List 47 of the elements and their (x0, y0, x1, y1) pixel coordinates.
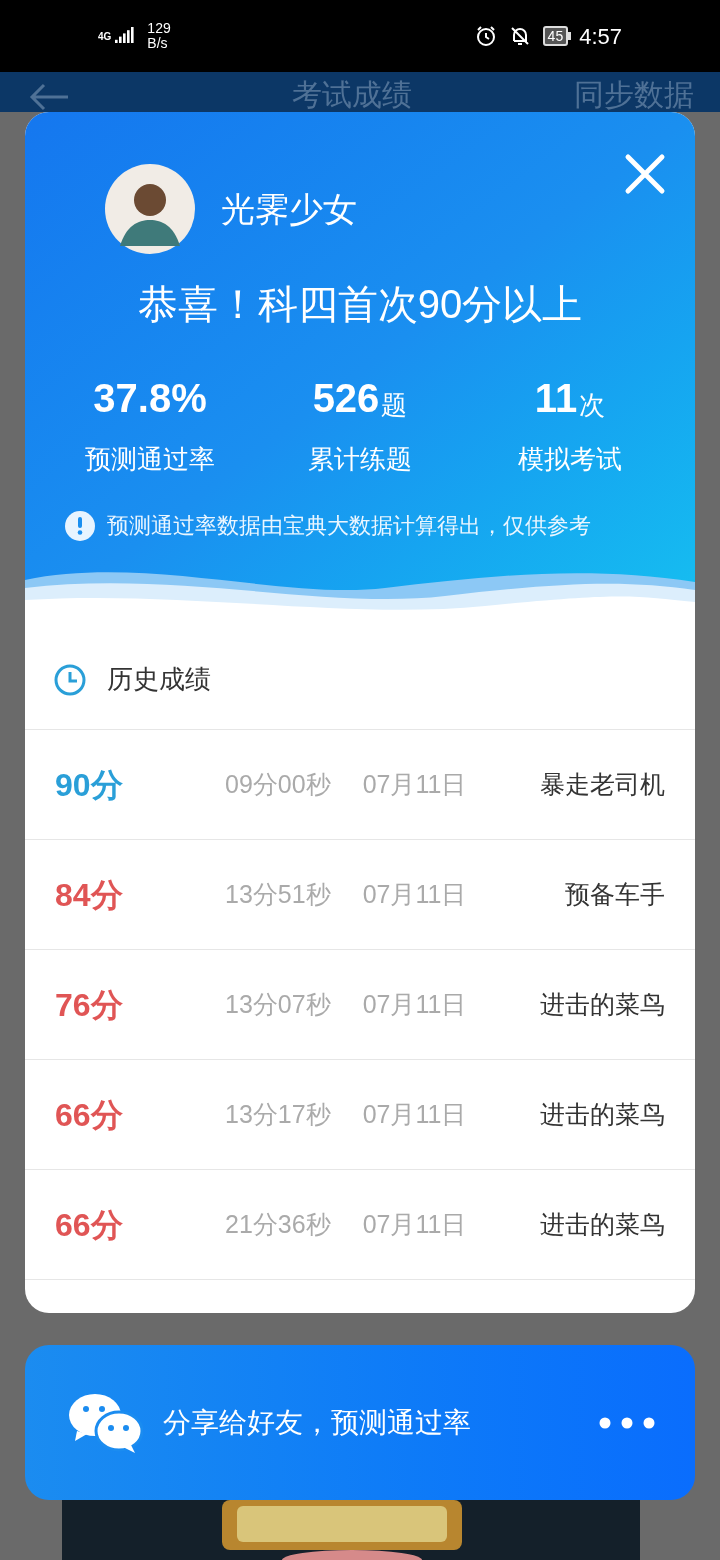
bell-off-icon (508, 25, 531, 47)
battery-icon: 45 (542, 26, 572, 46)
history-title: 历史成绩 (107, 663, 211, 696)
clock-time: 4:57 (579, 22, 622, 51)
duration: 13分17秒 (225, 1098, 331, 1130)
duration: 13分07秒 (225, 988, 331, 1020)
duration: 21分36秒 (225, 1208, 331, 1240)
stat-label: 预测通过率 (85, 443, 215, 476)
close-button[interactable] (623, 152, 667, 196)
clock-icon (53, 662, 87, 697)
info-icon (65, 510, 95, 541)
alarm-icon (474, 25, 497, 47)
stat-value: 11次 (534, 375, 606, 418)
stat-label: 模拟考试 (518, 443, 622, 476)
headline: 恭喜！科四首次90分以上 (136, 281, 584, 328)
rank-title: 暴走老司机 (540, 768, 665, 800)
network-type: 4G (98, 29, 112, 44)
score: 76分 (55, 985, 124, 1025)
exam-date: 07月11日 (362, 768, 467, 800)
notice-text: 预测通过率数据由宝典大数据计算得出，仅供参考 (107, 512, 591, 540)
rank-title: 进击的菜鸟 (540, 988, 665, 1020)
stat-value: 37.8% (93, 375, 207, 418)
more-icon (599, 1416, 655, 1429)
exam-date: 07月11日 (362, 1098, 467, 1130)
score: 90分 (55, 765, 124, 805)
exam-date: 07月11日 (362, 878, 467, 910)
stat-value: 526题 (312, 375, 408, 418)
exam-date: 07月11日 (362, 988, 467, 1020)
stat-label: 累计练题 (308, 443, 412, 476)
sync-button[interactable]: 同步数据 (574, 78, 694, 112)
share-button[interactable]: 分享给好友，预测通过率 (25, 1345, 695, 1500)
score: 84分 (55, 875, 124, 915)
score: 66分 (55, 1205, 124, 1245)
signal-icon (115, 27, 136, 45)
rank-title: 进击的菜鸟 (540, 1208, 665, 1240)
duration: 09分00秒 (225, 768, 331, 800)
speed-value: 129 (147, 21, 171, 36)
duration: 13分51秒 (225, 878, 331, 910)
rank-title: 进击的菜鸟 (540, 1098, 665, 1130)
score: 66分 (55, 1095, 124, 1135)
exam-date: 07月11日 (362, 1208, 467, 1240)
user-name: 光霁少女 (221, 188, 357, 230)
chat-bubbles-icon (69, 1392, 143, 1453)
back-arrow-icon[interactable] (28, 82, 70, 112)
page-title: 考试成绩 (292, 78, 412, 112)
speed-unit: B/s (147, 36, 169, 51)
rank-title: 预备车手 (565, 878, 665, 910)
